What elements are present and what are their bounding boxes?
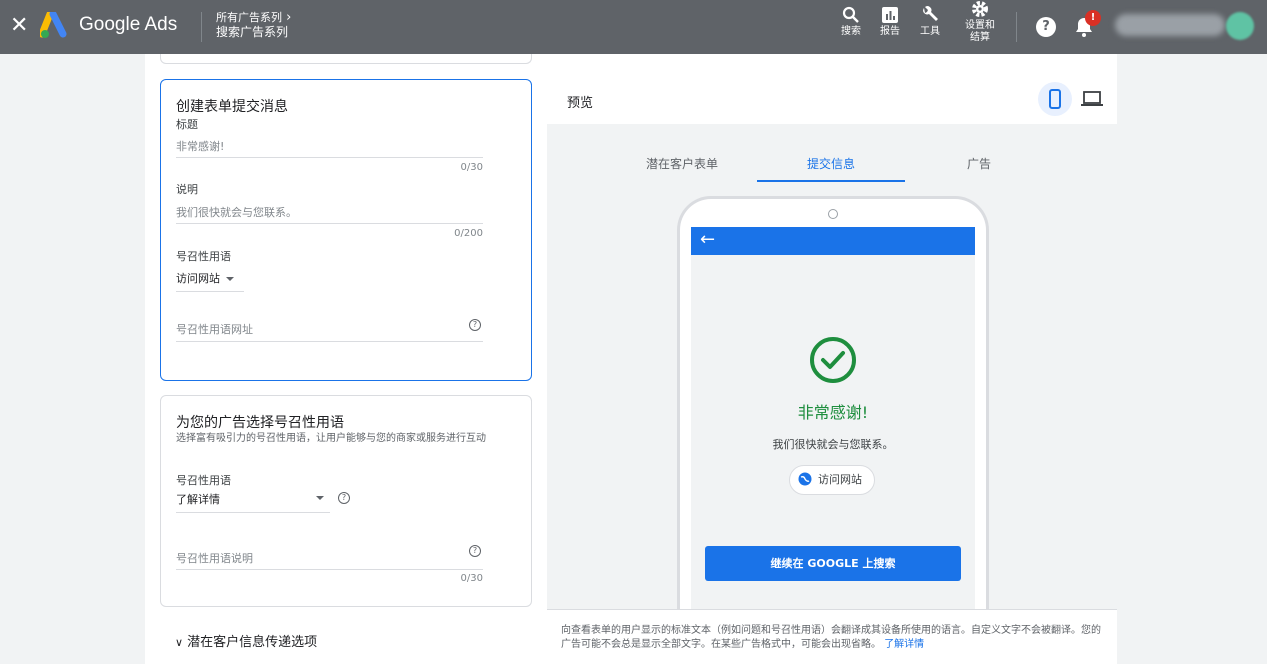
main-content: 创建表单提交消息 标题 非常感谢! 0/30 说明 我们很快就会与您联系。 0/… — [145, 54, 1117, 664]
breadcrumb-current[interactable]: 搜索广告系列 — [216, 25, 291, 40]
card-description: 选择富有吸引力的号召性用语，让用户能够与您的商家或服务进行互动 — [176, 433, 486, 444]
tab-submit-message[interactable]: 提交信息 — [757, 155, 905, 172]
headline-label: 标题 — [176, 118, 198, 131]
cta-card: 为您的广告选择号召性用语 选择富有吸引力的号召性用语，让用户能够与您的商家或服务… — [160, 395, 532, 607]
wrench-icon — [923, 6, 938, 22]
reports-tool-label: 报告 — [880, 26, 900, 37]
active-tab-indicator — [757, 180, 905, 182]
avatar[interactable] — [1226, 12, 1254, 40]
cta-select-underline — [176, 512, 330, 513]
thanks-heading: 非常感谢! — [797, 403, 869, 422]
continue-search-button[interactable]: 继续在 GOOGLE 上搜索 — [705, 546, 961, 581]
brand-name[interactable]: Google Ads — [79, 14, 177, 36]
laptop-icon — [1081, 91, 1103, 106]
cta-select[interactable]: 访问网站 — [176, 270, 234, 286]
phone-frame: ← 非常感谢! 我们很快就会与您联系。 访问网站 继续在 GOOGLE 上搜索 — [677, 196, 989, 616]
preview-footer: 向查看表单的用户显示的标准文本（例如问题和号召性用语）会翻译成其设备所使用的语言… — [547, 609, 1117, 664]
footer-note: 向查看表单的用户显示的标准文本（例如问题和号召性用语）会翻译成其设备所使用的语言… — [561, 624, 1106, 652]
chevron-down-icon — [316, 496, 324, 500]
screen-header: ← — [691, 227, 975, 255]
notifications-button[interactable]: ! — [1074, 10, 1101, 38]
expander-label: 潜在客户信息传递选项 — [187, 635, 318, 650]
help-button[interactable]: ? — [1036, 17, 1056, 37]
submit-message-card[interactable]: 创建表单提交消息 标题 非常感谢! 0/30 说明 我们很快就会与您联系。 0/… — [160, 79, 532, 381]
preview-header: 预览 — [547, 74, 1117, 124]
reports-tool-button[interactable]: 报告 — [877, 6, 903, 38]
mobile-preview-button[interactable] — [1038, 82, 1072, 116]
divider — [1016, 12, 1017, 42]
card-title: 为您的广告选择号召性用语 — [176, 415, 344, 431]
top-bar: ✕ Google Ads 所有广告系列 搜索广告系列 搜索 报告 工具 设置和 … — [0, 0, 1267, 54]
cta-description-input[interactable]: 号召性用语说明 — [176, 550, 253, 566]
search-tool-button[interactable]: 搜索 — [838, 6, 864, 38]
settings-label-2: 结算 — [970, 32, 990, 43]
search-icon — [842, 6, 859, 23]
back-arrow-icon[interactable]: ← — [700, 230, 715, 250]
phone-screen: ← 非常感谢! 我们很快就会与您联系。 访问网站 继续在 GOOGLE 上搜索 — [691, 227, 975, 616]
help-icon[interactable]: ? — [469, 319, 481, 331]
description-label: 说明 — [176, 183, 198, 196]
description-input[interactable]: 我们很快就会与您联系。 — [176, 204, 297, 220]
preview-panel: 预览 潜在客户表单 提交信息 广告 ← 非常感谢! 我们很快就会与您联系。 访问… — [547, 74, 1117, 664]
reports-icon — [882, 7, 898, 23]
description-count: 0/200 — [454, 228, 483, 239]
close-icon[interactable]: ✕ — [10, 14, 28, 38]
cta-description-underline — [176, 569, 483, 570]
tools-label: 工具 — [920, 26, 940, 37]
help-icon[interactable]: ? — [469, 545, 481, 557]
cta-url-input[interactable]: 号召性用语网址 — [176, 321, 253, 337]
learn-more-link[interactable]: 了解详情 — [884, 639, 924, 650]
lead-delivery-expander[interactable]: ∨ 潜在客户信息传递选项 — [175, 631, 317, 650]
editor-panel: 创建表单提交消息 标题 非常感谢! 0/30 说明 我们很快就会与您联系。 0/… — [145, 54, 547, 664]
cta-select-value: 了解详情 — [176, 493, 220, 506]
previous-card — [160, 54, 532, 64]
google-ads-logo — [40, 12, 67, 38]
cta-label: 号召性用语 — [176, 250, 231, 263]
tools-button[interactable]: 工具 — [917, 6, 943, 38]
headline-input[interactable]: 非常感谢! — [176, 138, 224, 154]
visit-website-label: 访问网站 — [818, 473, 862, 486]
chevron-down-icon — [226, 277, 234, 281]
headline-count: 0/30 — [460, 162, 483, 173]
tab-lead-form[interactable]: 潜在客户表单 — [608, 155, 756, 172]
help-icon[interactable]: ? — [338, 492, 350, 504]
cta-description-count: 0/30 — [460, 573, 483, 584]
footer-text: 向查看表单的用户显示的标准文本（例如问题和号召性用语）会翻译成其设备所使用的语言… — [561, 625, 1101, 650]
preview-tabs: 潜在客户表单 提交信息 广告 — [547, 124, 1117, 184]
tab-ad[interactable]: 广告 — [905, 155, 1053, 172]
cta-label: 号召性用语 — [176, 474, 231, 487]
breadcrumb-parent[interactable]: 所有广告系列 — [216, 10, 291, 25]
breadcrumb: 所有广告系列 搜索广告系列 — [216, 10, 291, 40]
phone-icon — [1049, 89, 1061, 109]
visit-website-button[interactable]: 访问网站 — [789, 465, 875, 495]
settings-billing-button[interactable]: 设置和 结算 — [960, 0, 1000, 44]
card-title: 创建表单提交消息 — [176, 99, 288, 115]
cta-select-underline — [176, 291, 244, 292]
check-circle-icon — [810, 337, 856, 383]
gear-icon — [972, 1, 988, 17]
globe-icon — [798, 472, 812, 486]
chevron-down-icon: ∨ — [175, 636, 184, 649]
cta-select-value: 访问网站 — [176, 272, 220, 285]
thanks-message: 我们很快就会与您联系。 — [772, 438, 894, 451]
help-icon: ? — [1042, 19, 1050, 34]
phone-camera — [828, 209, 838, 219]
headline-underline — [176, 157, 483, 158]
search-tool-label: 搜索 — [841, 26, 861, 37]
preview-title: 预览 — [567, 96, 594, 111]
description-underline — [176, 223, 483, 224]
divider — [201, 12, 202, 42]
account-info[interactable] — [1115, 14, 1225, 36]
desktop-preview-button[interactable] — [1075, 82, 1109, 116]
settings-label-1: 设置和 — [965, 20, 995, 31]
cta-select[interactable]: 了解详情 — [176, 491, 328, 507]
cta-url-underline — [176, 341, 483, 342]
notification-badge: ! — [1085, 10, 1101, 26]
